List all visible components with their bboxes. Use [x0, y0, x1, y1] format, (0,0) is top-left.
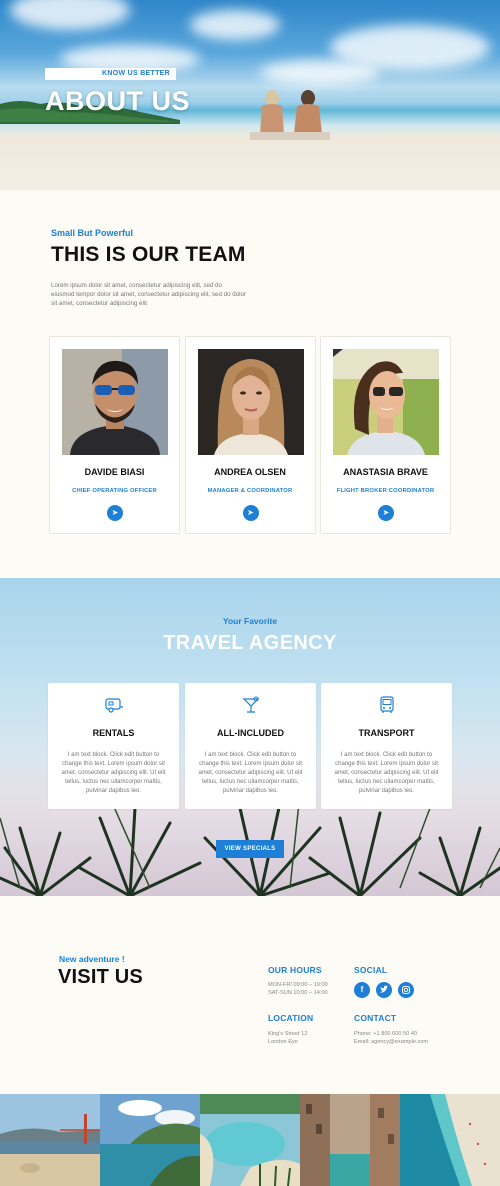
member-name: ANASTASIA BRAVE [343, 467, 428, 477]
team-card: ANDREA OLSEN MANAGER & COORDINATOR ➤ [184, 336, 316, 534]
contact-line: Phone: +1 800 600 50 40 [354, 1031, 417, 1037]
visit-subtitle: New adventure ! [59, 954, 125, 964]
location-heading: LOCATION [268, 1013, 314, 1023]
hours-line: MON-FRI 09:00 – 19:00 [268, 982, 328, 988]
member-name: ANDREA OLSEN [214, 467, 286, 477]
caravan-icon [105, 698, 123, 713]
hero-tag: KNOW US BETTER [45, 68, 176, 80]
facebook-icon[interactable]: f [354, 982, 370, 998]
contact-heading: CONTACT [354, 1013, 397, 1023]
gallery-image[interactable] [400, 1094, 500, 1186]
member-photo [197, 349, 304, 455]
contact-line: Email: agency@example.com [354, 1038, 429, 1045]
service-card: RENTALS I am text block. Click edit butt… [48, 683, 179, 809]
service-card: ALL-INCLUDED I am text block. Click edit… [185, 683, 316, 809]
hours-line: SAT-SUN 10:00 – 14:00 [268, 989, 328, 996]
bus-icon [380, 696, 394, 713]
agency-subtitle: Your Favorite [222, 616, 278, 626]
telegram-icon[interactable]: ➤ [378, 505, 394, 521]
member-role: CHIEF OPERATING OFFICER [72, 488, 157, 494]
team-card: DAVIDE BIASI CHIEF OPERATING OFFICER ➤ [49, 336, 180, 534]
member-role: MANAGER & COORDINATOR [207, 488, 293, 494]
team-subtitle: Small But Powerful [51, 228, 134, 238]
beach-people-image [250, 90, 330, 140]
instagram-icon[interactable] [398, 982, 414, 998]
service-text: I am text block. Click edit button to ch… [198, 752, 303, 794]
cocktail-icon [242, 696, 260, 713]
service-text: I am text block. Click edit button to ch… [61, 752, 166, 794]
telegram-icon[interactable]: ➤ [242, 505, 259, 521]
service-title: TRANSPORT [358, 728, 415, 738]
agency-title: TRAVEL AGENCY [163, 632, 337, 654]
hours-heading: OUR HOURS [268, 965, 322, 975]
service-card: TRANSPORT I am text block. Click edit bu… [321, 683, 452, 809]
service-title: ALL-INCLUDED [217, 728, 284, 738]
service-title: RENTALS [92, 728, 135, 738]
member-role: FLIGHT BROKER COORDINATOR [336, 488, 435, 494]
social-heading: SOCIAL [354, 965, 388, 975]
service-text: I am text block. Click edit button to ch… [334, 752, 439, 794]
location-line: London Eye [268, 1038, 298, 1045]
gallery-image[interactable] [0, 1094, 100, 1186]
hero-title: ABOUT US [45, 86, 190, 116]
team-cards: DAVIDE BIASI CHIEF OPERATING OFFICER ➤ A [49, 336, 451, 534]
telegram-icon[interactable]: ➤ [107, 505, 123, 521]
member-name: DAVIDE BIASI [84, 467, 145, 477]
page: KNOW US BETTER ABOUT US Small But Powerf… [0, 0, 500, 1186]
location-line: King's Street 12 [268, 1031, 308, 1037]
team-description: Lorem ipsum dolor sit amet, consectetur … [51, 282, 247, 307]
gallery-image[interactable] [100, 1094, 200, 1186]
team-title: THIS IS OUR TEAM [51, 243, 246, 266]
team-card: ANASTASIA BRAVE FLIGHT BROKER COORDINATO… [320, 336, 451, 534]
gallery-image[interactable] [200, 1094, 300, 1186]
visit-title: VISIT US [58, 966, 143, 988]
hero-banner: KNOW US BETTER ABOUT US [0, 0, 500, 190]
member-photo [333, 349, 439, 455]
twitter-icon[interactable] [376, 982, 392, 998]
member-photo [62, 349, 168, 455]
gallery-image[interactable] [300, 1094, 400, 1186]
photo-gallery [0, 1094, 500, 1186]
view-specials-button[interactable]: VIEW SPECIALS [216, 840, 284, 858]
